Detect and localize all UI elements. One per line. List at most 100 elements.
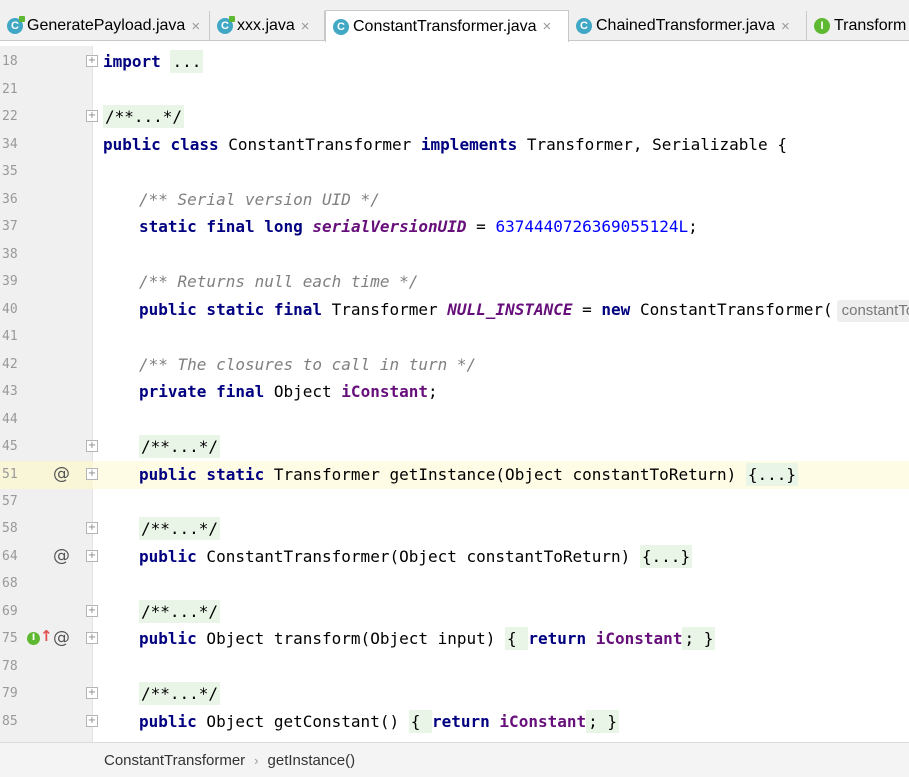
code-text: = — [572, 300, 602, 319]
code-line: 75 I ↑ @ + public Object transform(Object in… — [0, 625, 909, 653]
expand-fold-icon[interactable]: + — [86, 468, 98, 480]
folded-method-body[interactable]: {...} — [745, 463, 799, 486]
folded-javadoc[interactable]: /**...*/ — [139, 600, 221, 623]
tab-chained-transformer[interactable]: C ChainedTransformer.java × — [569, 11, 807, 41]
code-text: public Object getConstant() { return iCo… — [139, 710, 620, 733]
line-number: 69 — [2, 604, 18, 619]
line-number: 51 — [2, 467, 18, 482]
code-line: 40 public static final Transformer NULL_… — [0, 296, 909, 324]
code-text: /** Returns null each time */ — [139, 272, 418, 292]
keyword: implements — [420, 135, 518, 154]
tab-label: ChainedTransformer.java — [596, 17, 776, 34]
comment: /** Returns null each time */ — [139, 272, 419, 291]
expand-fold-icon[interactable]: + — [86, 550, 98, 562]
code-text: Transformer getInstance(Object constantT… — [264, 465, 746, 484]
folded-javadoc[interactable]: /**...*/ — [139, 517, 221, 540]
code-line: 85 + public Object getConstant() { return… — [0, 708, 909, 736]
editor-tab-bar: C GeneratePayload.java × C xxx.java × C … — [0, 0, 909, 42]
code-text: /** Serial version UID */ — [139, 190, 380, 210]
breadcrumb-method[interactable]: getInstance() — [268, 752, 356, 769]
code-line: 69 + /**...*/ — [0, 598, 909, 626]
chevron-right-icon: › — [254, 752, 259, 768]
code-text: import ... — [103, 50, 204, 73]
breadcrumb-class[interactable]: ConstantTransformer — [104, 752, 245, 769]
code-line: 57 — [0, 488, 909, 516]
close-icon[interactable]: × — [781, 18, 790, 35]
line-number: 42 — [2, 357, 18, 372]
code-text: /**...*/ — [139, 517, 221, 540]
tab-generate-payload[interactable]: C GeneratePayload.java × — [0, 11, 210, 41]
number-literal: 6374440726369055124L — [495, 217, 689, 236]
tab-constant-transformer[interactable]: C ConstantTransformer.java × — [325, 10, 569, 42]
tab-label: Transform — [834, 17, 907, 34]
expand-fold-icon[interactable]: + — [86, 605, 98, 617]
code-line: 45 + /**...*/ — [0, 433, 909, 461]
line-number: 39 — [2, 274, 18, 289]
line-number: 44 — [2, 412, 18, 427]
keyword: public — [139, 629, 197, 648]
code-line: 68 — [0, 570, 909, 598]
folded-region[interactable]: ... — [170, 50, 204, 73]
line-number: 43 — [2, 384, 18, 399]
keyword: public static — [139, 465, 265, 484]
code-text: /** The closures to call in turn */ — [139, 355, 476, 375]
override-marker-icon[interactable]: @ — [53, 546, 70, 566]
keyword: static final long — [139, 217, 303, 236]
line-number: 35 — [2, 164, 18, 179]
code-text: Object — [264, 382, 342, 401]
line-number: 58 — [2, 521, 18, 536]
code-line: 78 — [0, 653, 909, 681]
keyword: public static final — [139, 300, 323, 319]
folded-method-body[interactable]: {...} — [639, 545, 693, 568]
comment: /** Serial version UID */ — [139, 190, 380, 209]
folded-javadoc[interactable]: /**...*/ — [103, 105, 185, 128]
code-text: private final Object iConstant; — [139, 382, 438, 402]
expand-fold-icon[interactable]: + — [86, 522, 98, 534]
override-marker-icon[interactable]: @ — [53, 628, 70, 648]
keyword: return — [528, 629, 587, 648]
line-number: 18 — [2, 54, 18, 69]
tab-xxx[interactable]: C xxx.java × — [210, 11, 325, 41]
line-number: 79 — [2, 686, 18, 701]
keyword: class — [170, 135, 219, 154]
code-text: /**...*/ — [139, 682, 221, 705]
current-code-line: 51 @ + public static Transformer getInstan… — [0, 461, 909, 489]
folded-javadoc[interactable]: /**...*/ — [139, 435, 221, 458]
code-line: 22 + /**...*/ — [0, 103, 909, 131]
parameter-hint: constantToRetu — [836, 300, 909, 322]
close-icon[interactable]: × — [191, 18, 200, 35]
expand-fold-icon[interactable]: + — [86, 687, 98, 699]
expand-fold-icon[interactable]: + — [86, 632, 98, 644]
folded-brace[interactable]: { — [408, 710, 432, 733]
implements-icon[interactable]: I — [27, 632, 40, 645]
close-icon[interactable]: × — [301, 18, 310, 35]
line-number: 34 — [2, 137, 18, 152]
expand-fold-icon[interactable]: + — [86, 55, 98, 67]
folded-brace[interactable]: ; } — [586, 710, 620, 733]
tab-transformer[interactable]: I Transform — [807, 11, 909, 41]
tab-label: GeneratePayload.java — [27, 17, 186, 34]
code-text: public ConstantTransformer(Object consta… — [139, 545, 693, 568]
up-arrow-icon[interactable]: ↑ — [40, 627, 53, 645]
code-text: ConstantTransformer(Object constantToRet… — [196, 547, 640, 566]
code-line: 79 + /**...*/ — [0, 680, 909, 708]
override-marker-icon[interactable]: @ — [53, 464, 70, 484]
line-number: 36 — [2, 192, 18, 207]
expand-fold-icon[interactable]: + — [86, 110, 98, 122]
line-number: 45 — [2, 439, 18, 454]
close-icon[interactable]: × — [542, 18, 551, 35]
expand-fold-icon[interactable]: + — [86, 440, 98, 452]
keyword: public — [103, 135, 161, 154]
code-editor[interactable]: 18 + import ... 21 22 + /**...*/ 34 public… — [0, 46, 909, 742]
expand-fold-icon[interactable]: + — [86, 715, 98, 727]
code-text: static final long serialVersionUID = 637… — [139, 217, 698, 237]
folded-brace[interactable]: { — [505, 627, 529, 650]
folded-javadoc[interactable]: /**...*/ — [139, 682, 221, 705]
line-number: 57 — [2, 494, 18, 509]
line-number: 64 — [2, 549, 18, 564]
field: iConstant — [341, 382, 428, 401]
line-number: 75 — [2, 631, 18, 646]
folded-brace[interactable]: ; } — [682, 627, 716, 650]
line-number: 78 — [2, 659, 18, 674]
class-modified-icon: C — [7, 16, 25, 34]
